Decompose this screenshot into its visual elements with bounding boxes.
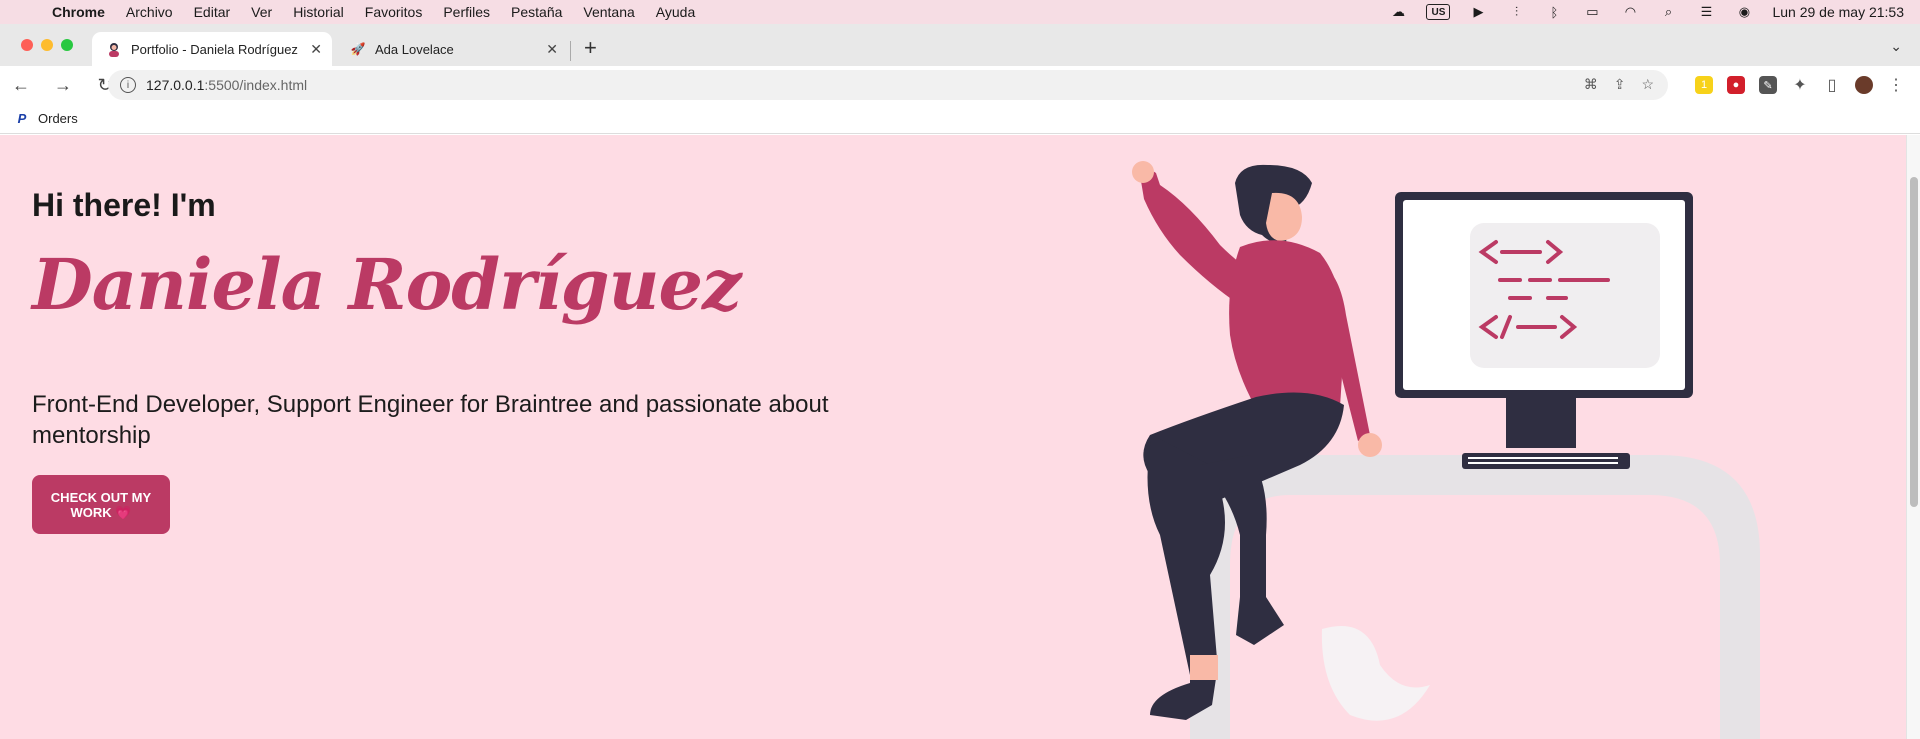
bookmarks-bar: P Orders [0,104,1920,134]
kebab-menu-icon[interactable]: ⋮ [1887,76,1905,94]
forward-arrow-icon[interactable]: → [52,74,74,96]
menu-editar[interactable]: Editar [194,4,231,20]
menu-historial[interactable]: Historial [293,4,344,20]
developer-illustration [1132,161,1760,739]
rocket-icon: 🚀 [350,42,366,56]
control-center-icon[interactable]: ☰ [1696,4,1716,20]
url-text[interactable]: 127.0.0.1:5500/index.html [146,77,307,93]
hero-name: Daniela Rodríguez [32,243,742,326]
scrollbar-thumb[interactable] [1910,177,1918,507]
page-viewport: Hi there! I'm Daniela Rodríguez Front-En… [0,135,1906,739]
hero-greeting: Hi there! I'm [32,187,216,223]
tab-search-chevron-icon[interactable]: ⌄ [1890,38,1902,55]
menu-bar: Chrome Archivo Editar Ver Historial Favo… [0,0,1920,24]
close-window-button[interactable] [21,39,33,51]
tab-strip: Portfolio - Daniela Rodríguez ✕ 🚀 Ada Lo… [0,24,1920,66]
leaf-decoration [1321,625,1430,721]
profile-avatar[interactable] [1855,76,1873,94]
check-out-work-button[interactable]: CHECK OUT MY WORK 💗 [32,475,170,534]
menu-ventana[interactable]: Ventana [583,4,634,20]
new-tab-button[interactable]: + [584,37,597,59]
paypal-icon: P [17,111,27,126]
menu-archivo[interactable]: Archivo [126,4,173,20]
minimize-window-button[interactable] [41,39,53,51]
battery-icon[interactable]: ▭ [1582,4,1602,20]
tab-title: Portfolio - Daniela Rodríguez [131,41,298,57]
extensions-area: 1 ● ✎ ✦ ▯ ⋮ [1695,76,1905,94]
bookmark-orders[interactable]: Orders [38,111,78,126]
menu-ayuda[interactable]: Ayuda [656,4,695,20]
side-panel-icon[interactable]: ▯ [1823,76,1841,94]
tab-ada-lovelace[interactable]: 🚀 Ada Lovelace ✕ [336,32,568,66]
monitor-stand [1506,398,1576,448]
tab-title: Ada Lovelace [375,41,454,57]
menu-app-name[interactable]: Chrome [52,4,105,20]
menu-favoritos[interactable]: Favoritos [365,4,423,20]
menubar-clock[interactable]: Lun 29 de may 21:53 [1772,4,1904,20]
siri-icon[interactable]: ◉ [1734,4,1754,20]
url-path: :5500/index.html [204,77,308,93]
close-tab-icon[interactable]: ✕ [546,41,558,58]
spotlight-search-icon[interactable]: ⌕ [1658,4,1678,20]
share-icon[interactable]: ⇪ [1614,76,1626,93]
address-bar[interactable]: i 127.0.0.1:5500/index.html ⌘ ⇪ ☆ [108,70,1668,100]
portfolio-favicon-icon [106,41,122,57]
hero-description: Front-End Developer, Support Engineer fo… [32,391,829,449]
extensions-puzzle-icon[interactable]: ✦ [1791,76,1809,94]
cloud-icon[interactable]: ☁ [1388,4,1408,20]
desk-arch [1190,455,1760,739]
wifi-icon[interactable]: ◠ [1620,4,1640,20]
play-icon[interactable]: ▶ [1468,4,1488,20]
browser-toolbar: ← → ↻ i 127.0.0.1:5500/index.html ⌘ ⇪ ☆ … [0,66,1920,104]
tab-divider [570,41,571,61]
back-arrow-icon[interactable]: ← [10,74,32,96]
close-tab-icon[interactable]: ✕ [310,41,322,58]
airpods-icon[interactable]: ⫶ [1506,4,1526,20]
menu-perfiles[interactable]: Perfiles [443,4,490,20]
url-host: 127.0.0.1 [146,77,205,93]
bookmark-star-icon[interactable]: ☆ [1641,76,1654,93]
screen-card [1470,223,1660,368]
site-info-icon[interactable]: i [120,77,136,93]
extension-eyedropper-icon[interactable]: ✎ [1759,76,1777,94]
zoom-window-button[interactable] [61,39,73,51]
menu-pestana[interactable]: Pestaña [511,4,562,20]
keyboard [1462,453,1630,469]
page-scrollbar[interactable] [1906,135,1920,739]
extension-badge-icon[interactable]: 1 [1695,76,1713,94]
tab-portfolio[interactable]: Portfolio - Daniela Rodríguez ✕ [92,32,332,66]
menu-ver[interactable]: Ver [251,4,272,20]
bluetooth-icon[interactable]: ᛒ [1544,4,1564,20]
keyboard-layout-indicator[interactable]: US [1426,4,1451,20]
extension-adblock-icon[interactable]: ● [1727,76,1745,94]
translate-icon[interactable]: ⌘ [1584,76,1598,93]
